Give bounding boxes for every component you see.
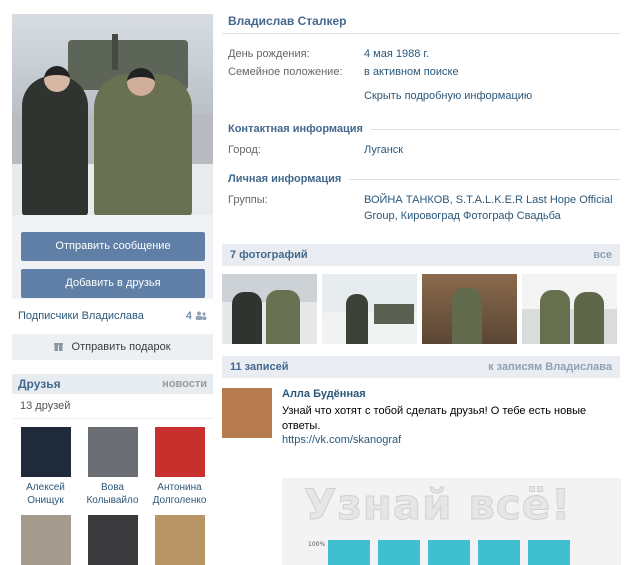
friend-last-name[interactable]: Онищук	[12, 494, 79, 507]
thumb-object	[374, 304, 414, 324]
friend-avatar[interactable]	[154, 515, 205, 565]
family-label: Семейное положение:	[228, 66, 343, 78]
groups-row: Группы: ВОЙНА ТАНКОВ, S.T.A.L.K.E.R Last…	[222, 192, 620, 224]
post-body: Алла Будённая Узнай что хотят с тобой сд…	[282, 388, 602, 446]
photo-thumb[interactable]	[422, 274, 517, 344]
gift-icon	[54, 343, 64, 351]
contact-section-title: Контактная информация	[222, 120, 620, 138]
post-image-tile	[528, 540, 570, 565]
friend-card[interactable]	[12, 515, 79, 565]
photos-all-link[interactable]: все	[593, 244, 612, 266]
friend-avatar[interactable]	[87, 515, 138, 565]
friends-news-link[interactable]: новости	[162, 374, 207, 394]
wall-title[interactable]: 11 записей	[230, 356, 289, 378]
post-text: Узнай что хотят с тобой сделать друзья! …	[282, 405, 587, 432]
friend-last-name[interactable]: Колывайло	[79, 494, 146, 507]
birthday-row: День рождения: 4 мая 1988 г.	[222, 46, 620, 64]
friends-count[interactable]: 13 друзей	[12, 394, 213, 419]
groups-value[interactable]: ВОЙНА ТАНКОВ, S.T.A.L.K.E.R Last Hope Of…	[364, 192, 620, 224]
city-label: Город:	[228, 144, 261, 156]
profile-info: День рождения: 4 мая 1988 г. Семейное по…	[222, 46, 620, 224]
post-image-tile	[378, 540, 420, 565]
personal-title-text: Личная информация	[228, 173, 342, 185]
friend-card[interactable]: Алексей Онищук	[12, 427, 79, 507]
wall-post: Алла Будённая Узнай что хотят с тобой сд…	[222, 388, 620, 446]
friend-first-name[interactable]: Алексей	[12, 481, 79, 494]
post-image-tile	[478, 540, 520, 565]
family-value[interactable]: в активном поиске	[364, 64, 620, 82]
friend-card[interactable]: Антонина Долголенко	[146, 427, 213, 507]
thumb-figure	[232, 292, 262, 344]
hide-details-link[interactable]: Скрыть подробную информацию	[222, 90, 620, 108]
wall-header: 11 записей к записям Владислава	[222, 356, 620, 378]
friend-avatar[interactable]	[87, 427, 138, 477]
post-author[interactable]: Алла Будённая	[282, 388, 602, 400]
groups-label: Группы:	[228, 194, 268, 206]
friend-avatar[interactable]	[20, 427, 71, 477]
photo-thumb[interactable]	[322, 274, 417, 344]
post-link[interactable]: https://vk.com/skanograf	[282, 434, 602, 446]
personal-section-title: Личная информация	[222, 170, 620, 188]
right-column: Владислав Сталкер День рождения: 4 мая 1…	[222, 8, 620, 446]
thumb-figure	[540, 290, 570, 344]
photos-title[interactable]: 7 фотографий	[230, 244, 308, 266]
post-image-percent: 100%	[308, 541, 326, 548]
photo-person-left	[22, 76, 88, 215]
photo-thumb[interactable]	[222, 274, 317, 344]
people-icon	[195, 311, 207, 320]
send-message-button[interactable]: Отправить сообщение	[21, 232, 205, 261]
friends-title[interactable]: Друзья	[18, 374, 61, 394]
friend-card[interactable]: Вова Колывайло	[79, 427, 146, 507]
post-image-tile	[328, 540, 370, 565]
post-author-avatar[interactable]	[222, 388, 272, 438]
photo-head-right	[127, 68, 155, 96]
subscribers-count: 4	[185, 310, 192, 322]
thumb-figure	[452, 288, 482, 344]
send-gift-label: Отправить подарок	[71, 341, 171, 353]
post-image[interactable]: Узнай всё! 100%	[282, 478, 621, 565]
photo-head-left	[44, 66, 70, 92]
thumb-figure	[346, 294, 368, 344]
city-row: Город: Луганск	[222, 142, 620, 160]
friend-card[interactable]	[79, 515, 146, 565]
add-friend-button[interactable]: Добавить в друзья	[21, 269, 205, 298]
family-row: Семейное положение: в активном поиске	[222, 64, 620, 82]
friends-grid: Алексей Онищук Вова Колывайло Антонина Д…	[12, 419, 213, 565]
post-image-title: Узнай всё!	[303, 480, 572, 530]
left-column: Отправить сообщение Добавить в друзья По…	[12, 14, 213, 565]
friend-card[interactable]	[146, 515, 213, 565]
birthday-label: День рождения:	[228, 48, 310, 60]
birthday-value[interactable]: 4 мая 1988 г.	[364, 46, 620, 64]
friend-avatar[interactable]	[20, 515, 71, 565]
photo-thumb[interactable]	[522, 274, 617, 344]
action-buttons: Отправить сообщение Добавить в друзья	[12, 215, 213, 299]
contact-title-text: Контактная информация	[228, 123, 363, 135]
photo-tank-barrel	[112, 34, 118, 70]
profile-photo[interactable]	[12, 14, 213, 215]
city-value[interactable]: Луганск	[364, 142, 620, 160]
send-gift-button[interactable]: Отправить подарок	[12, 334, 213, 360]
subscribers-link[interactable]: Подписчики Владислава 4	[12, 306, 213, 326]
friend-first-name[interactable]: Антонина	[146, 481, 213, 494]
thumb-figure	[574, 292, 604, 344]
photos-strip	[222, 274, 620, 344]
wall-link[interactable]: к записям Владислава	[488, 356, 612, 378]
thumb-figure	[266, 290, 300, 344]
friend-first-name[interactable]: Вова	[79, 481, 146, 494]
photos-header: 7 фотографий все	[222, 244, 620, 266]
friend-last-name[interactable]: Долголенко	[146, 494, 213, 507]
page-title: Владислав Сталкер	[222, 8, 620, 34]
subscribers-label: Подписчики Владислава	[18, 310, 144, 322]
post-image-tile	[428, 540, 470, 565]
friends-header: Друзья новости	[12, 374, 213, 394]
friend-avatar[interactable]	[154, 427, 205, 477]
subscribers-count-wrap: 4	[186, 306, 207, 326]
